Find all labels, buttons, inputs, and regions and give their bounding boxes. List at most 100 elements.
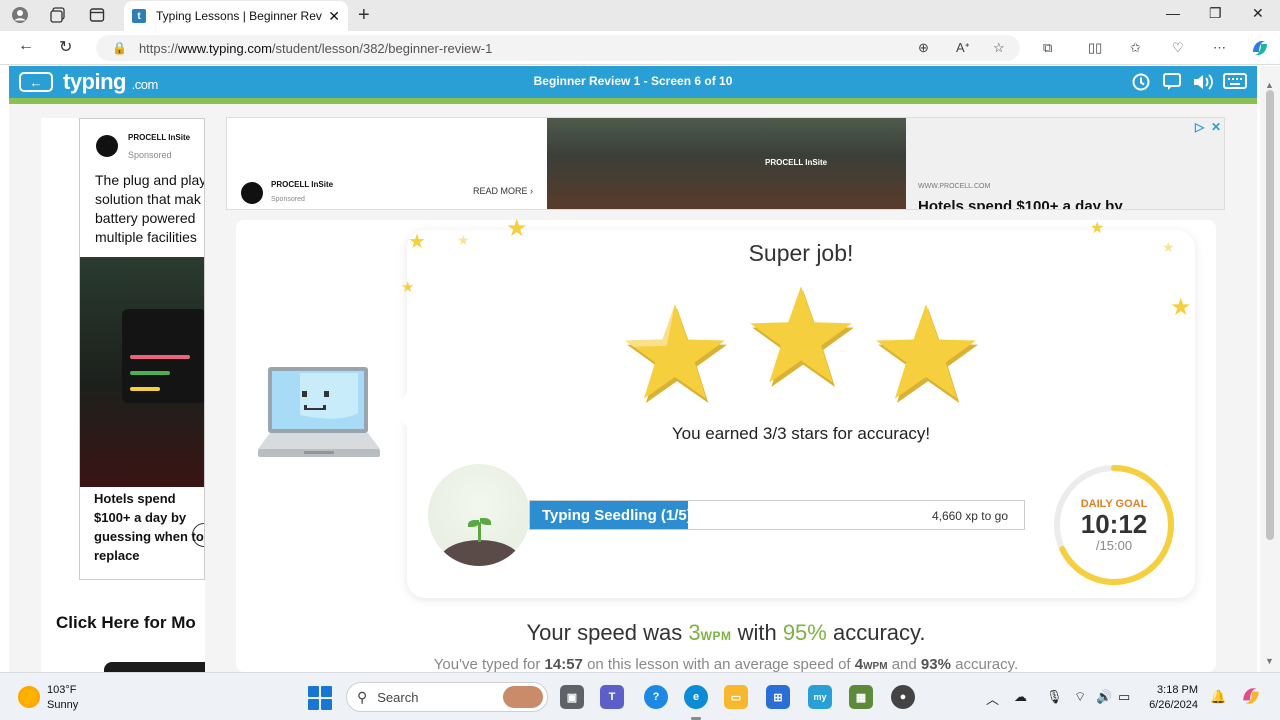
screen-title: Beginner Review 1 - Screen 6 of 10 [533,74,733,88]
close-tab-icon[interactable]: ✕ [328,8,340,25]
taskbar-date[interactable]: 6/26/2024 [1134,699,1198,711]
speed-summary: Your speed was 3WPM with 95% accuracy. [236,620,1216,646]
my-app-icon[interactable]: my [808,685,832,709]
microphone-icon[interactable]: 🎙 [1046,689,1063,705]
history-icon[interactable] [1131,72,1151,97]
store-icon[interactable]: ⊞ [766,685,790,709]
phone-bar [130,387,160,391]
taskbar-search[interactable]: ⚲ Search [346,682,548,712]
help-icon[interactable]: ? [644,685,668,709]
scroll-up-icon[interactable]: ▲ [1265,80,1274,90]
accuracy-value: 95% [782,620,827,645]
page-scrollbar[interactable]: ▲ ▼ [1260,66,1280,672]
extensions-icon[interactable]: ⧉ [1043,40,1052,56]
avg-accuracy: 93% [920,656,951,672]
url-prefix: https:// [138,40,178,56]
result-heading: Super job! [748,240,854,266]
ad-phone-image [122,309,204,403]
leaf-shape [480,518,491,525]
minecraft-icon[interactable]: ▦ [849,685,873,709]
notifications-icon[interactable]: 🔔 [1210,689,1226,705]
copilot-icon[interactable] [1250,38,1270,61]
browser-essentials-icon[interactable]: ♡ [1172,40,1184,56]
level-progress-bar: Typing Seedling (1/5) 4,660 xp to go [529,500,1025,530]
file-explorer-icon[interactable]: ▭ [724,685,748,709]
battery-icon[interactable]: ▭ [1118,689,1130,705]
close-ad-icon[interactable]: ✕ [1211,120,1221,134]
back-arrow-icon[interactable]: ← [18,37,34,55]
close-window-icon[interactable]: ✕ [1252,5,1264,22]
ad-sponsored-label: Sponsored [128,150,172,160]
browser-address-bar: ← ↻ 🔒 https://www.typing.com/student/les… [0,31,1280,65]
avg-speed-unit: WPM [863,661,888,672]
show-hidden-icons-icon[interactable]: ︿ [986,689,999,708]
scroll-thumb[interactable] [1266,90,1274,540]
sun-icon[interactable] [18,686,40,708]
browser-tab-bar: t Typing Lessons | Beginner Review ✕ + —… [0,0,1280,31]
profile-icon[interactable] [8,4,32,26]
favorite-star-icon[interactable]: ☆ [993,40,1005,56]
laptop-mascot-image [258,365,380,461]
scroll-down-icon[interactable]: ▼ [1265,656,1274,666]
phone-bar [130,371,170,375]
minimize-icon[interactable]: — [1166,5,1180,21]
ad-bottom-text: Hotels spend $100+ a day by guessing whe… [94,491,204,563]
ad-domain: WWW.PROCELL.COM [918,183,991,190]
weather-temperature[interactable]: 103°F [47,684,76,696]
speed-unit: WPM [700,629,732,643]
task-view-icon[interactable]: ▣ [560,685,584,709]
read-aloud-icon[interactable]: Aᐩ [956,40,970,56]
sparkle-star-icon: ★ [1170,294,1192,321]
teams-icon[interactable]: T [600,685,624,709]
start-tile [308,686,319,697]
ad-copy: The plug and play solution that mak batt… [95,171,204,247]
xp-to-go: 4,660 xp to go [931,509,1008,523]
read-more-label: READ MORE [473,186,528,196]
zoom-icon[interactable]: ⊕ [918,40,929,56]
average-summary: You've typed for 14:57 on this lesson wi… [236,656,1216,672]
accuracy-suffix: accuracy. [826,620,926,645]
speaker-icon[interactable]: 🔊 [1096,689,1112,705]
tab-actions-icon[interactable] [85,4,109,26]
weather-condition[interactable]: Sunny [47,699,78,711]
chat-icon[interactable] [1162,72,1182,97]
ad-text-panel: WWW.PROCELL.COM Hotels spend $100+ a day… [906,118,1224,210]
refresh-icon[interactable]: ↻ [59,37,72,57]
more-menu-icon[interactable]: ⋯ [1213,40,1226,56]
daily-goal-time: 10:12 [1080,509,1148,539]
avg-and: and [887,656,921,672]
url-field[interactable]: 🔒 https://www.typing.com/student/lesson/… [96,35,1020,61]
ad-read-more-link[interactable]: READ MORE › [473,186,533,196]
new-tab-icon[interactable]: + [358,4,370,27]
procell-logo-icon [96,135,118,157]
obs-icon[interactable]: ● [891,685,915,709]
workspaces-icon[interactable] [46,4,70,26]
url-path: /student/lesson/382/beginner-review-1 [271,40,493,56]
level-label: Typing Seedling (1/5) [542,507,692,524]
split-screen-icon[interactable]: ▯▯ [1088,40,1102,56]
tab-typing-lessons[interactable]: t Typing Lessons | Beginner Review ✕ [124,1,348,31]
ad-brand-overlay: PROCELL InSite [765,158,828,167]
taskbar-time[interactable]: 3:18 PM [1134,684,1198,696]
copilot-taskbar-icon[interactable] [1240,685,1262,710]
sparkle-star-icon: ★ [401,279,415,296]
windows-taskbar: 103°F Sunny ⚲ Search ▣ T ? e ▭ ⊞ my ▦ ● … [0,672,1280,720]
wifi-icon[interactable]: ⌔ [1074,689,1086,705]
adchoices-icon[interactable]: ▷ [1195,120,1204,134]
search-label: Search [377,689,419,705]
top-sponsored-ad[interactable]: PROCELL InSite Sponsored READ MORE › PRO… [226,117,1225,210]
ad-headline: Hotels spend $100+ a day by [918,198,1123,210]
ad-sponsored-label: Sponsored [271,196,305,203]
maximize-icon[interactable]: ❐ [1209,5,1222,22]
keyboard-icon[interactable] [1223,72,1247,95]
edge-browser-icon[interactable]: e [684,685,708,709]
stem-shape [478,522,481,542]
ad-click-here[interactable]: Click Here for Mo [56,613,205,633]
favorites-icon[interactable]: ✩ [1130,40,1141,56]
volume-icon[interactable] [1192,72,1214,97]
ad-image: PROCELL InSite [547,118,906,209]
windows-start-icon[interactable] [308,686,332,710]
tab-title: Typing Lessons | Beginner Review [156,9,323,23]
onedrive-icon[interactable]: ☁ [1014,689,1027,705]
left-sponsored-ad[interactable]: PROCELL InSite Sponsored The plug and pl… [79,118,205,580]
